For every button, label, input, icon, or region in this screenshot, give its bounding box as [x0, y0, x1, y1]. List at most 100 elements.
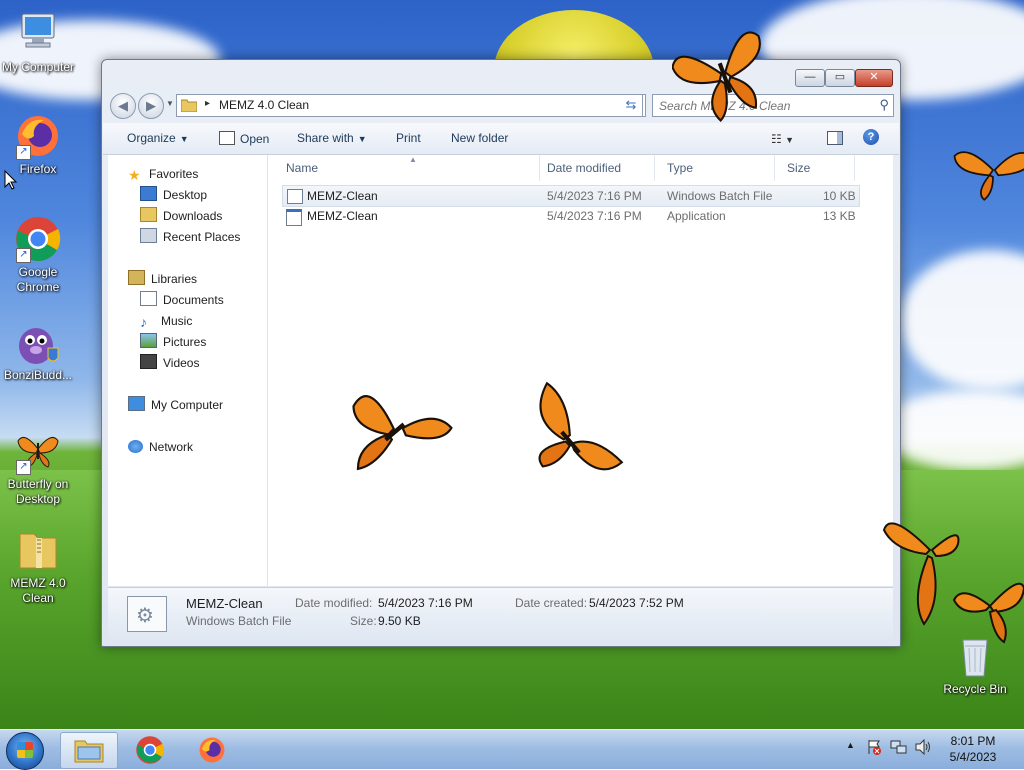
libraries-icon	[128, 270, 145, 285]
downloads-folder-icon	[140, 207, 157, 222]
desktop-icon-bonzibuddy[interactable]: BonziBudd...	[0, 318, 76, 383]
computer-icon	[14, 10, 62, 58]
details-modified-label: Date modified:	[295, 596, 373, 610]
cloud	[880, 390, 1024, 470]
desktop-icon-memz-folder[interactable]: MEMZ 4.0 Clean	[0, 526, 76, 606]
show-hidden-icons-button[interactable]: ▲	[846, 740, 855, 750]
column-header-date-modified[interactable]: Date modified	[535, 155, 655, 181]
gear-icon: ⚙	[136, 605, 154, 627]
documents-icon	[140, 291, 157, 306]
nav-label: Network	[149, 440, 194, 454]
desktop-icon-label: MEMZ 4.0 Clean	[10, 576, 66, 605]
recent-pages-dropdown-icon[interactable]: ▼	[166, 99, 174, 108]
file-list: ▲ Name Date modified Type Size MEMZ-Clea…	[268, 155, 893, 586]
music-note-icon: ♪	[140, 314, 147, 330]
folder-icon	[181, 99, 197, 112]
nav-item-pictures[interactable]: Pictures	[140, 332, 206, 352]
details-modified-value: 5/4/2023 7:16 PM	[378, 596, 473, 610]
refresh-button[interactable]: ⇆	[620, 94, 643, 117]
navigation-pane: ★ Favorites Desktop Downloads Recent Plac…	[108, 155, 268, 586]
batch-file-icon: ⚙	[127, 596, 167, 632]
file-row[interactable]: MEMZ-Clean 5/4/2023 7:16 PM Windows Batc…	[282, 185, 860, 207]
network-globe-icon	[128, 440, 143, 453]
share-with-label: Share with	[297, 131, 354, 145]
new-folder-button[interactable]: New folder	[451, 131, 508, 145]
file-size: 10 KB	[823, 189, 856, 203]
cloud	[900, 250, 1024, 390]
nav-item-documents[interactable]: Documents	[140, 290, 224, 310]
open-program-icon	[219, 131, 235, 145]
print-button[interactable]: Print	[396, 131, 421, 145]
star-icon: ★	[128, 167, 141, 183]
firefox-icon: ↗	[14, 112, 62, 160]
desktop-icon	[140, 186, 157, 201]
nav-item-downloads[interactable]: Downloads	[140, 206, 222, 226]
file-row[interactable]: MEMZ-Clean 5/4/2023 7:16 PM Application …	[282, 206, 858, 226]
start-button[interactable]	[6, 732, 44, 770]
help-icon[interactable]: ?	[863, 129, 879, 145]
address-row: ◀ ▶ ▼ ▸ MEMZ 4.0 Clean ▼ ⇆ ⚲	[108, 93, 894, 119]
nav-label: Libraries	[151, 272, 198, 286]
nav-item-desktop[interactable]: Desktop	[140, 185, 207, 205]
details-pane: ⚙ MEMZ-Clean Windows Batch File Date mod…	[108, 587, 893, 640]
preview-pane-icon[interactable]	[827, 131, 843, 145]
organize-button[interactable]: Organize ▼	[127, 131, 189, 145]
application-icon	[286, 209, 302, 226]
clock-date: 5/4/2023	[949, 750, 997, 764]
taskbar-button-firefox[interactable]	[184, 732, 240, 767]
nav-label: Recent Places	[163, 230, 241, 244]
nav-label: Music	[161, 314, 193, 328]
nav-item-music[interactable]: ♪ Music	[140, 311, 192, 331]
taskbar-button-explorer[interactable]	[60, 732, 118, 769]
taskbar-button-chrome[interactable]	[122, 732, 178, 767]
desktop-icon-label: BonziBudd...	[3, 368, 73, 382]
details-created-label: Date created:	[515, 596, 588, 610]
forward-button[interactable]: ▶	[138, 93, 164, 119]
system-clock[interactable]: 8:01 PM 5/4/2023	[940, 733, 1006, 765]
network-icon[interactable]	[890, 739, 908, 755]
sort-ascending-icon: ▲	[409, 155, 417, 164]
close-button[interactable]: ✕	[855, 69, 893, 87]
desktop-icon-butterfly-on-desktop[interactable]: ↗ Butterfly on Desktop	[0, 427, 76, 507]
zip-folder-icon	[14, 526, 62, 574]
chevron-down-icon: ▼	[179, 134, 189, 144]
minimize-button[interactable]: —	[795, 69, 825, 87]
nav-item-network[interactable]: Network	[128, 437, 193, 457]
desktop-icon-firefox[interactable]: ↗ Firefox	[0, 112, 76, 177]
taskbar: ▲ 8:01 PM 5/4/2023	[0, 729, 1024, 770]
butterfly-icon	[952, 582, 1024, 644]
desktop-icon-google-chrome[interactable]: ↗ Google Chrome	[0, 215, 76, 295]
column-header-size[interactable]: Size	[775, 155, 855, 181]
back-button[interactable]: ◀	[110, 93, 136, 119]
nav-item-recent-places[interactable]: Recent Places	[140, 227, 240, 247]
nav-item-videos[interactable]: Videos	[140, 353, 199, 373]
breadcrumb-path[interactable]: MEMZ 4.0 Clean	[219, 98, 309, 112]
nav-item-favorites[interactable]: ★ Favorites	[128, 164, 198, 184]
desktop-icon-label: Google Chrome	[16, 265, 60, 294]
maximize-button[interactable]: ▭	[825, 69, 855, 87]
breadcrumb-separator-icon[interactable]: ▸	[205, 98, 210, 109]
nav-item-my-computer[interactable]: My Computer	[128, 395, 223, 415]
change-view-icon[interactable]: ☷ ▼	[771, 132, 794, 146]
open-button[interactable]: Open	[219, 131, 269, 146]
window-titlebar[interactable]: — ▭ ✕	[102, 60, 900, 90]
desktop-icon-my-computer[interactable]: My Computer	[0, 10, 76, 75]
column-header-type[interactable]: Type	[655, 155, 775, 181]
nav-label: Favorites	[149, 167, 199, 181]
file-name: MEMZ-Clean	[307, 209, 378, 223]
butterfly-icon	[953, 151, 1024, 201]
organize-label: Organize	[127, 131, 176, 145]
column-header-name[interactable]: ▲ Name	[274, 155, 540, 181]
address-bar[interactable]: ▸ MEMZ 4.0 Clean ▼	[176, 94, 646, 117]
nav-item-libraries[interactable]: Libraries	[128, 269, 197, 289]
share-with-button[interactable]: Share with ▼	[297, 131, 367, 145]
chrome-icon	[136, 736, 164, 764]
action-center-flag-icon[interactable]	[866, 739, 882, 755]
computer-icon	[128, 396, 145, 411]
volume-icon[interactable]	[914, 739, 932, 755]
bonzi-buddy-icon	[14, 318, 62, 366]
file-type: Application	[667, 209, 726, 223]
search-icon[interactable]: ⚲	[879, 97, 889, 113]
details-size-label: Size:	[350, 614, 377, 628]
details-size-value: 9.50 KB	[378, 614, 421, 628]
